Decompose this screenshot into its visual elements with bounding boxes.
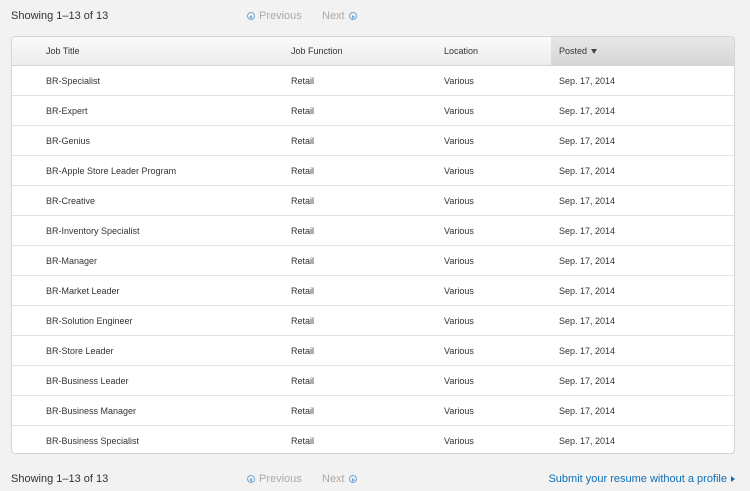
job-function-cell: Retail xyxy=(291,155,444,186)
location-cell: Various xyxy=(444,435,474,446)
next-page-button[interactable]: Next xyxy=(322,469,357,489)
job-title-link[interactable]: BR-Inventory Specialist xyxy=(12,215,291,246)
sort-descending-icon xyxy=(591,49,598,55)
job-title-link[interactable]: BR-Genius xyxy=(12,125,291,156)
location-cell: Various xyxy=(444,395,551,426)
next-page-button[interactable]: Next xyxy=(322,6,357,26)
results-count: Showing 1–13 of 13 xyxy=(11,10,109,22)
job-title-link[interactable]: BR-Specialist xyxy=(12,65,291,96)
job-function-cell: Retail xyxy=(291,395,444,426)
location-cell: Various xyxy=(444,305,551,336)
job-listings-page: Showing 1–13 of 13 Previous Next Job Tit… xyxy=(0,0,750,491)
next-label: Next xyxy=(322,473,345,485)
job-function-cell: Retail xyxy=(291,305,444,336)
job-title-link[interactable]: BR-Manager xyxy=(12,245,291,276)
job-title-link[interactable]: BR-Market Leader xyxy=(12,275,291,306)
job-function-cell: Retail xyxy=(291,65,444,96)
posted-date-cell: Sep. 17, 2014 xyxy=(551,215,734,246)
posted-date-cell: Sep. 17, 2014 xyxy=(551,245,734,276)
job-title-link[interactable]: BR-Business Manager xyxy=(12,395,291,426)
table-row[interactable]: BR-Genius Retail Various Sep. 17, 2014 xyxy=(12,125,734,156)
posted-date-cell: Sep. 17, 2014 xyxy=(551,365,734,396)
location-cell: Various xyxy=(444,365,551,396)
job-table: Job Title Job Function Location Posted B… xyxy=(12,37,734,454)
header-location[interactable]: Location xyxy=(444,37,551,66)
posted-date-cell: Sep. 17, 2014 xyxy=(551,65,734,96)
next-label: Next xyxy=(322,10,345,22)
job-title-link[interactable]: BR-Expert xyxy=(12,95,291,126)
job-title-link[interactable]: BR-Store Leader xyxy=(12,335,291,366)
job-function-cell: Retail xyxy=(291,245,444,276)
job-function-cell: Retail xyxy=(291,435,315,446)
previous-page-button[interactable]: Previous xyxy=(247,6,302,26)
location-cell: Various xyxy=(444,245,551,276)
job-title-link[interactable]: BR-Creative xyxy=(12,185,291,216)
table-row[interactable]: BR-Market Leader Retail Various Sep. 17, 20… xyxy=(12,275,734,306)
posted-date-cell: Sep. 17, 2014 xyxy=(551,125,734,156)
job-function-cell: Retail xyxy=(291,365,444,396)
posted-date-cell: Sep. 17, 2014 xyxy=(551,275,734,306)
arrow-right-circle-icon xyxy=(348,12,357,20)
location-cell: Various xyxy=(444,155,551,186)
table-row[interactable]: BR-Apple Store Leader Program Retail Vario… xyxy=(12,155,734,186)
table-header-row: Job Title Job Function Location Posted xyxy=(12,37,734,66)
job-function-cell: Retail xyxy=(291,95,444,126)
posted-date-cell: Sep. 17, 2014 xyxy=(551,185,734,216)
posted-date-cell: Sep. 17, 2014 xyxy=(551,95,734,126)
table-row[interactable]: BR-Solution Engineer Retail Various Sep. 17… xyxy=(12,305,734,336)
arrow-right-circle-icon xyxy=(348,475,357,483)
posted-date-cell: Sep. 17, 2014 xyxy=(551,335,734,366)
table-row[interactable]: BR-Specialist Retail Various Sep. 17, 2014 xyxy=(12,65,734,96)
submit-resume-link[interactable]: Submit your resume without a profile xyxy=(548,469,735,489)
location-cell: Various xyxy=(444,125,551,156)
location-cell: Various xyxy=(444,215,551,246)
location-cell: Various xyxy=(444,65,551,96)
arrow-left-circle-icon xyxy=(247,475,255,483)
job-title-link[interactable]: BR-Business Leader xyxy=(12,365,291,396)
table-row[interactable]: BR-Expert Retail Various Sep. 17, 2014 xyxy=(12,95,734,126)
job-function-cell: Retail xyxy=(291,125,444,156)
header-posted[interactable]: Posted xyxy=(551,37,734,66)
arrow-left-circle-icon xyxy=(247,12,255,20)
posted-date-cell: Sep. 17, 2014 xyxy=(559,435,616,446)
table-row[interactable]: BR-Store Leader Retail Various Sep. 17, 201… xyxy=(12,335,734,366)
results-count: Showing 1–13 of 13 xyxy=(11,473,109,485)
job-function-cell: Retail xyxy=(291,335,444,366)
job-table-container: Job Title Job Function Location Posted B… xyxy=(11,36,735,454)
job-title-link[interactable]: BR-Solution Engineer xyxy=(12,305,291,336)
previous-label: Previous xyxy=(259,10,302,22)
chevron-right-icon xyxy=(731,476,735,483)
job-function-cell: Retail xyxy=(291,215,444,246)
table-row[interactable]: BR-Business Leader Retail Various Sep. 17, … xyxy=(12,365,734,396)
previous-label: Previous xyxy=(259,473,302,485)
pager-top: Showing 1–13 of 13 Previous Next xyxy=(11,6,735,26)
location-cell: Various xyxy=(444,95,551,126)
submit-resume-label: Submit your resume without a profile xyxy=(548,473,727,485)
job-title-link[interactable]: BR-Business Specialist xyxy=(12,426,291,454)
location-cell: Various xyxy=(444,275,551,306)
header-job-function[interactable]: Job Function xyxy=(291,37,444,66)
table-row[interactable]: BR-Inventory Specialist Retail Various Sep.… xyxy=(12,215,734,246)
posted-date-cell: Sep. 17, 2014 xyxy=(551,305,734,336)
job-function-cell: Retail xyxy=(291,275,444,306)
header-job-title[interactable]: Job Title xyxy=(12,37,291,66)
posted-date-cell: Sep. 17, 2014 xyxy=(551,155,734,186)
table-row[interactable]: BR-Business Specialist Retail Various Sep. … xyxy=(12,426,734,454)
table-row[interactable]: BR-Business Manager Retail Various Sep. 17,… xyxy=(12,395,734,426)
previous-page-button[interactable]: Previous xyxy=(247,469,302,489)
table-row[interactable]: BR-Manager Retail Various Sep. 17, 2014 xyxy=(12,245,734,276)
posted-date-cell: Sep. 17, 2014 xyxy=(551,395,734,426)
pager-bottom: Showing 1–13 of 13 Previous Next Submit … xyxy=(11,469,735,489)
job-table-body: BR-Specialist Retail Various Sep. 17, 2014 B… xyxy=(12,65,734,454)
header-posted-label: Posted xyxy=(559,46,588,56)
table-row[interactable]: BR-Creative Retail Various Sep. 17, 2014 xyxy=(12,185,734,216)
location-cell: Various xyxy=(444,335,551,366)
job-function-cell: Retail xyxy=(291,185,444,216)
location-cell: Various xyxy=(444,185,551,216)
job-title-link[interactable]: BR-Apple Store Leader Program xyxy=(12,155,291,186)
